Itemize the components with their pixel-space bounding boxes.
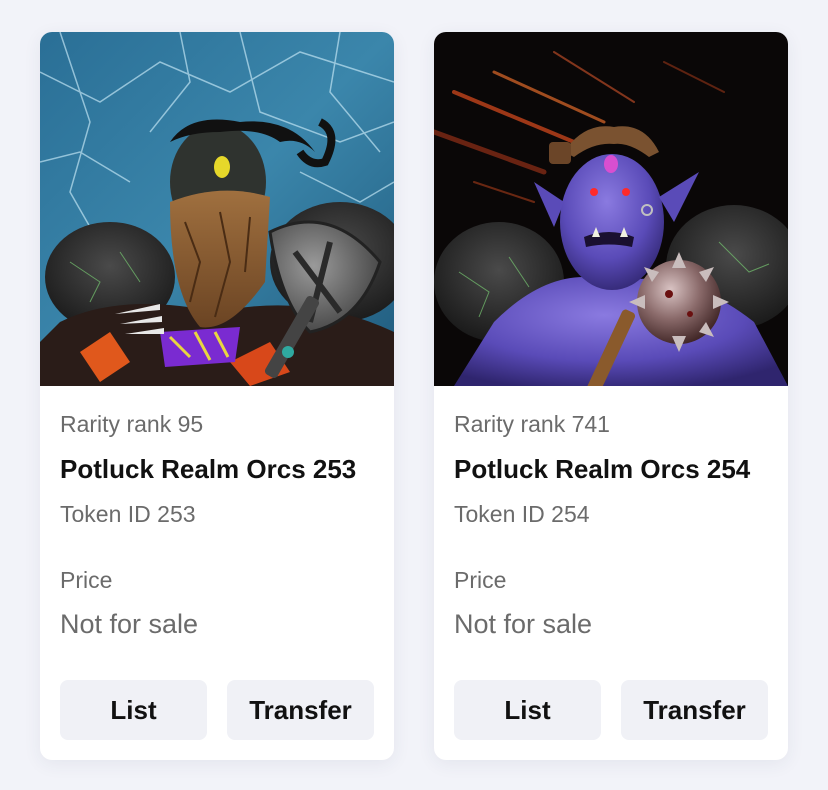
nft-card[interactable]: Rarity rank 95 Potluck Realm Orcs 253 To… <box>40 32 394 760</box>
nft-title[interactable]: Potluck Realm Orcs 254 <box>454 454 768 484</box>
nft-image-orc-253[interactable] <box>40 32 394 386</box>
nft-card-info: Rarity rank 741 Potluck Realm Orcs 254 T… <box>434 410 788 640</box>
nft-card-info: Rarity rank 95 Potluck Realm Orcs 253 To… <box>40 410 394 640</box>
nft-image-orc-254[interactable] <box>434 32 788 386</box>
orc-axe-artwork <box>40 32 394 386</box>
price-label: Price <box>60 567 113 593</box>
token-id: Token ID 253 <box>60 501 196 527</box>
list-button[interactable]: List <box>60 680 207 740</box>
nft-card[interactable]: Rarity rank 741 Potluck Realm Orcs 254 T… <box>434 32 788 760</box>
card-actions: List Transfer <box>454 680 768 740</box>
transfer-button[interactable]: Transfer <box>621 680 768 740</box>
list-button[interactable]: List <box>454 680 601 740</box>
rarity-rank: Rarity rank 95 <box>60 411 204 437</box>
card-actions: List Transfer <box>60 680 374 740</box>
price-value: Not for sale <box>60 609 199 639</box>
transfer-button[interactable]: Transfer <box>227 680 374 740</box>
nft-card-grid: Rarity rank 95 Potluck Realm Orcs 253 To… <box>0 0 828 790</box>
price-value: Not for sale <box>454 609 593 639</box>
nft-title[interactable]: Potluck Realm Orcs 253 <box>60 454 374 484</box>
token-id: Token ID 254 <box>454 501 590 527</box>
rarity-rank: Rarity rank 741 <box>454 411 610 437</box>
orc-mace-artwork <box>434 32 788 386</box>
price-label: Price <box>454 567 507 593</box>
